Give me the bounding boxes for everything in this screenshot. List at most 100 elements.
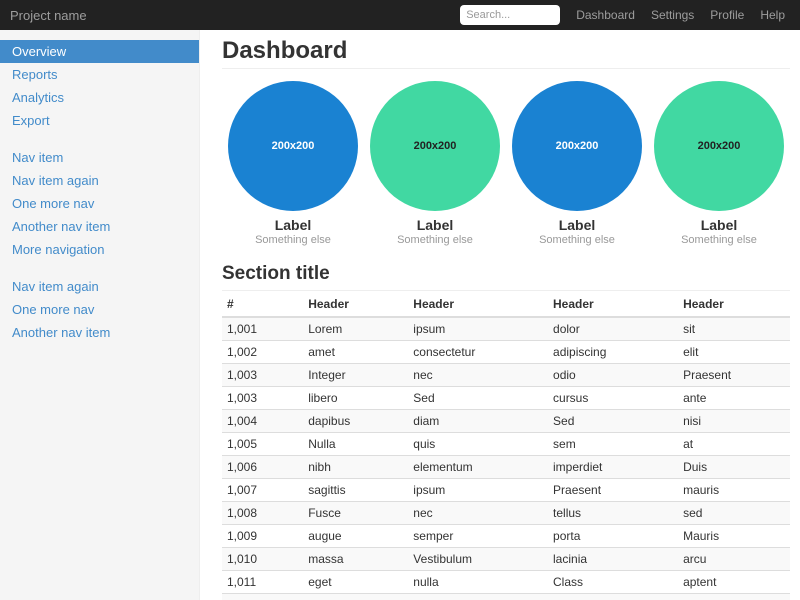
table-row: 1,012tacitisociosquadlitora: [222, 594, 790, 600]
placeholder-sublabel: Something else: [648, 233, 790, 247]
sidebar-item-another-nav-item[interactable]: Another nav item: [0, 215, 199, 238]
sidebar-list-item: Nav item again: [0, 169, 199, 192]
table-cell: at: [678, 433, 790, 456]
table-cell: 1,007: [222, 479, 303, 502]
table-cell: Sed: [548, 410, 678, 433]
sidebar-item-more-navigation[interactable]: More navigation: [0, 238, 199, 261]
table-cell: adipiscing: [548, 341, 678, 364]
table-header-cell: Header: [548, 293, 678, 317]
table-cell: imperdiet: [548, 456, 678, 479]
placeholder-column: 200x200LabelSomething else: [364, 81, 506, 247]
table-cell: Nulla: [303, 433, 408, 456]
sidebar-item-nav-item-again[interactable]: Nav item again: [0, 275, 199, 298]
table-cell: ipsum: [408, 317, 548, 341]
sidebar-list-item: Another nav item: [0, 321, 199, 344]
table-row: 1,003liberoSedcursusante: [222, 387, 790, 410]
table-row: 1,002ametconsecteturadipiscingelit: [222, 341, 790, 364]
table-cell: ipsum: [408, 479, 548, 502]
placeholder-row: 200x200LabelSomething else200x200LabelSo…: [222, 81, 790, 247]
table-cell: 1,009: [222, 525, 303, 548]
section-title: Section title: [222, 263, 790, 291]
table-header-cell: Header: [678, 293, 790, 317]
sidebar-item-overview[interactable]: Overview: [0, 40, 199, 63]
table-cell: 1,011: [222, 571, 303, 594]
navbar-links: DashboardSettingsProfileHelp: [568, 8, 793, 22]
sidebar-item-export[interactable]: Export: [0, 109, 199, 132]
table-cell: semper: [408, 525, 548, 548]
table-cell: sem: [548, 433, 678, 456]
placeholder-column: 200x200LabelSomething else: [648, 81, 790, 247]
table-row: 1,001Loremipsumdolorsit: [222, 317, 790, 341]
sidebar-list-item: One more nav: [0, 298, 199, 321]
sidebar-item-reports[interactable]: Reports: [0, 63, 199, 86]
table-cell: sagittis: [303, 479, 408, 502]
table-cell: mauris: [678, 479, 790, 502]
sidebar-item-nav-item[interactable]: Nav item: [0, 146, 199, 169]
table-cell: elementum: [408, 456, 548, 479]
table-cell: 1,006: [222, 456, 303, 479]
table-row: 1,011egetnullaClassaptent: [222, 571, 790, 594]
sidebar-item-one-more-nav[interactable]: One more nav: [0, 298, 199, 321]
placeholder-column: 200x200LabelSomething else: [222, 81, 364, 247]
search-input[interactable]: [460, 5, 560, 25]
table-cell: elit: [678, 341, 790, 364]
placeholder-sublabel: Something else: [506, 233, 648, 247]
table-row: 1,007sagittisipsumPraesentmauris: [222, 479, 790, 502]
table-cell: Integer: [303, 364, 408, 387]
table-cell: cursus: [548, 387, 678, 410]
table-cell: augue: [303, 525, 408, 548]
table-cell: 1,012: [222, 594, 303, 600]
sidebar-list-item: Nav item: [0, 146, 199, 169]
table-cell: Duis: [678, 456, 790, 479]
sidebar-item-one-more-nav[interactable]: One more nav: [0, 192, 199, 215]
sidebar-group: Nav item againOne more navAnother nav it…: [0, 275, 199, 344]
table-row: 1,008Fuscenectellussed: [222, 502, 790, 525]
table-cell: Praesent: [548, 479, 678, 502]
table-cell: nec: [408, 502, 548, 525]
sidebar-group: OverviewReportsAnalyticsExport: [0, 40, 199, 132]
table-cell: consectetur: [408, 341, 548, 364]
navbar-link-help[interactable]: Help: [752, 8, 793, 22]
sidebar-list-item: Overview: [0, 40, 199, 63]
sidebar-item-analytics[interactable]: Analytics: [0, 86, 199, 109]
placeholder-sublabel: Something else: [222, 233, 364, 247]
sidebar-list-item: Another nav item: [0, 215, 199, 238]
table-cell: diam: [408, 410, 548, 433]
navbar-link-profile[interactable]: Profile: [702, 8, 752, 22]
table-row: 1,010massaVestibulumlaciniaarcu: [222, 548, 790, 571]
placeholder-circle-image: 200x200: [654, 81, 784, 211]
table-row: 1,004dapibusdiamSednisi: [222, 410, 790, 433]
placeholder-column: 200x200LabelSomething else: [506, 81, 648, 247]
table-row: 1,006nibhelementumimperdietDuis: [222, 456, 790, 479]
table-header-row: #HeaderHeaderHeaderHeader: [222, 293, 790, 317]
table-cell: sociosqu: [408, 594, 548, 600]
project-brand[interactable]: Project name: [0, 8, 97, 23]
navbar-link-settings[interactable]: Settings: [643, 8, 702, 22]
table-cell: 1,002: [222, 341, 303, 364]
table-cell: porta: [548, 525, 678, 548]
table-cell: eget: [303, 571, 408, 594]
sidebar-item-nav-item-again[interactable]: Nav item again: [0, 169, 199, 192]
table-cell: 1,005: [222, 433, 303, 456]
sidebar-list-item: Export: [0, 109, 199, 132]
sidebar-list-item: Analytics: [0, 86, 199, 109]
page-title: Dashboard: [222, 38, 790, 69]
table-cell: 1,004: [222, 410, 303, 433]
sidebar-item-another-nav-item[interactable]: Another nav item: [0, 321, 199, 344]
sidebar-list-item: Reports: [0, 63, 199, 86]
placeholder-label: Label: [364, 217, 506, 233]
table-cell: sed: [678, 502, 790, 525]
navbar-link-dashboard[interactable]: Dashboard: [568, 8, 643, 22]
table-cell: 1,008: [222, 502, 303, 525]
table-cell: amet: [303, 341, 408, 364]
table-cell: aptent: [678, 571, 790, 594]
table-cell: quis: [408, 433, 548, 456]
table-cell: Vestibulum: [408, 548, 548, 571]
sidebar: OverviewReportsAnalyticsExportNav itemNa…: [0, 30, 200, 600]
table-cell: 1,010: [222, 548, 303, 571]
placeholder-circle-image: 200x200: [512, 81, 642, 211]
table-cell: 1,003: [222, 364, 303, 387]
table-cell: odio: [548, 364, 678, 387]
table-cell: Fusce: [303, 502, 408, 525]
table-header-cell: #: [222, 293, 303, 317]
